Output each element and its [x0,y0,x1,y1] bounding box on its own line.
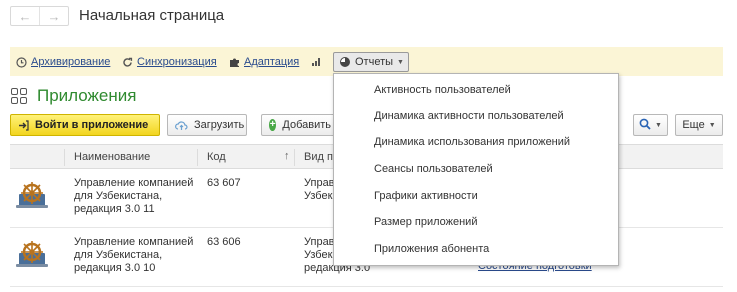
column-header-code[interactable]: Код [207,151,226,163]
reports-button[interactable]: Отчеты ▼ [333,52,409,72]
sync-link[interactable]: Синхронизация [122,56,217,68]
adapt-link[interactable]: Адаптация [229,56,299,68]
app-name: Управление компанией для Узбекистана, ре… [74,236,194,274]
more-button[interactable]: Еще ▼ [675,114,723,136]
chevron-down-icon: ▼ [397,58,404,66]
chevron-down-icon: ▼ [655,121,662,129]
clock-icon [16,56,27,68]
search-icon [639,118,651,133]
app-code: 63 606 [207,236,241,248]
pie-chart-icon [340,57,350,67]
back-button[interactable]: ← [11,7,39,25]
menu-item-subscriber-apps[interactable]: Приложения абонента [374,243,489,255]
search-button[interactable]: ▼ [633,114,668,136]
app-helm-icon [16,241,48,267]
enter-icon [18,119,29,131]
column-header-type[interactable]: Вид п [304,151,333,163]
enter-app-button[interactable]: Войти в приложение [10,114,160,136]
menu-item-app-size[interactable]: Размер приложений [374,216,477,228]
history-nav: ← → [10,6,69,26]
cloud-upload-icon [175,120,188,131]
column-header-name[interactable]: Наименование [74,151,150,163]
menu-item-app-usage-dynamics[interactable]: Динамика использования приложений [374,136,570,148]
menu-item-activity-dynamics[interactable]: Динамика активности пользователей [374,110,564,122]
upload-button[interactable]: Загрузить [167,114,247,136]
grid-icon [11,88,27,104]
section-title: Приложения [37,86,137,105]
app-helm-icon [16,182,48,208]
puzzle-icon [229,57,240,68]
archive-link[interactable]: Архивирование [16,56,110,68]
command-bar: Архивирование Синхронизация Адаптация От… [10,47,723,76]
app-code: 63 607 [207,177,241,189]
bar-chart-icon[interactable] [312,58,320,66]
refresh-icon [122,57,133,68]
page-title: Начальная страница [79,7,225,24]
arrow-right-icon: → [47,8,61,24]
add-button[interactable]: + Добавить [261,114,339,136]
menu-item-user-sessions[interactable]: Сеансы пользователей [374,163,493,175]
app-name: Управление компанией для Узбекистана, ре… [74,177,194,215]
sort-arrow-up-icon: ↑ [284,150,290,162]
reports-menu: Активность пользователей Динамика активн… [333,73,619,266]
menu-item-activity-charts[interactable]: Графики активности [374,190,478,202]
arrow-left-icon: ← [18,8,32,24]
forward-button[interactable]: → [39,7,68,25]
menu-item-user-activity[interactable]: Активность пользователей [374,84,511,96]
plus-icon: + [269,119,277,131]
chevron-down-icon: ▼ [708,121,716,129]
